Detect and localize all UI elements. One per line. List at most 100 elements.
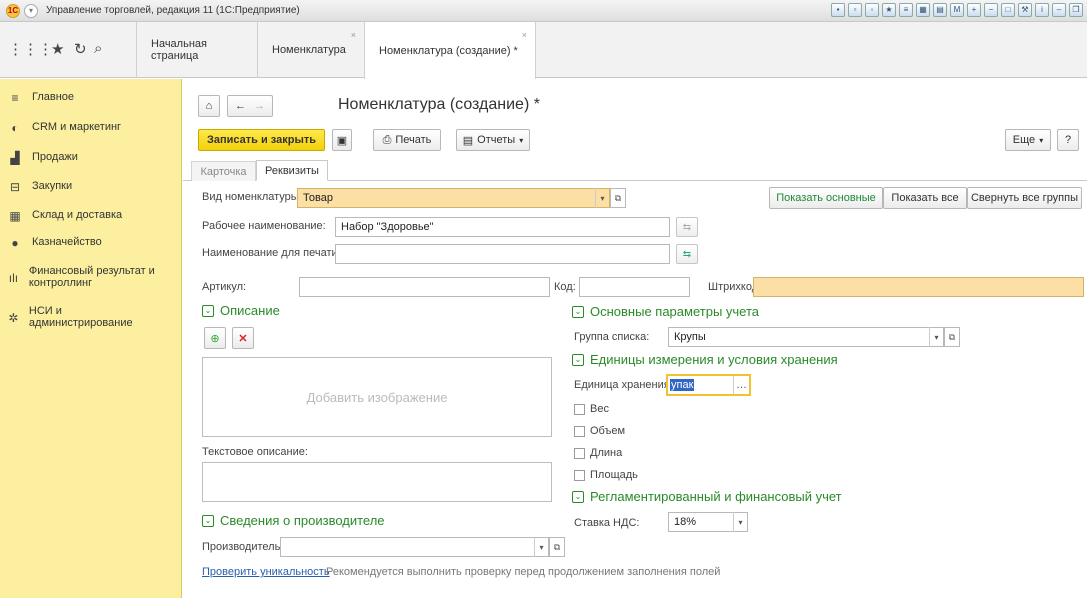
main-menu-button[interactable]: ▾ xyxy=(24,4,38,18)
search-icon[interactable]: ⌕ xyxy=(94,40,102,57)
minimize-icon[interactable]: – xyxy=(1052,3,1066,17)
sidebar-item-sales[interactable]: ▟ Продажи xyxy=(8,151,78,165)
chevron-down-icon: ⌄ xyxy=(572,305,584,318)
delete-image-button[interactable]: ✕ xyxy=(232,327,254,349)
chevron-down-icon[interactable]: ▾ xyxy=(733,512,747,532)
preview-icon[interactable]: ◦ xyxy=(865,3,879,17)
sidebar-item-finance[interactable]: ılı Финансовый результат и контроллинг xyxy=(8,265,178,289)
save-icon[interactable]: ▪ xyxy=(831,3,845,17)
print-name-input[interactable] xyxy=(335,244,670,264)
area-checkbox[interactable]: Площадь xyxy=(574,469,638,481)
print-icon[interactable]: ▫ xyxy=(848,3,862,17)
history-icon[interactable]: ≡ xyxy=(899,3,913,17)
sidebar-item-label: Казначейство xyxy=(32,236,102,248)
unit-value: упак xyxy=(670,379,695,391)
forward-arrow-icon[interactable]: → xyxy=(254,100,265,112)
description-section-header[interactable]: ⌄ Описание xyxy=(202,303,280,318)
add-circle-icon: ⊕ xyxy=(210,332,220,345)
show-all-button[interactable]: Показать все xyxy=(883,187,967,209)
panels-icon[interactable]: □ xyxy=(1001,3,1015,17)
weight-checkbox[interactable]: Вес xyxy=(574,403,609,415)
calendar-icon[interactable]: ▤ xyxy=(933,3,947,17)
checkbox-box xyxy=(574,425,585,437)
memory-mminus-icon[interactable]: − xyxy=(984,3,998,17)
reports-button[interactable]: ▤ Отчеты ▾ xyxy=(456,129,530,151)
print-button[interactable]: ⎙ Печать xyxy=(373,129,441,151)
work-name-input[interactable]: Набор "Здоровье" xyxy=(335,217,670,237)
info-icon[interactable]: i xyxy=(1035,3,1049,17)
reg-section-header[interactable]: ⌄ Регламентированный и финансовый учет xyxy=(572,489,842,504)
params-section-header[interactable]: ⌄ Основные параметры учета xyxy=(572,304,759,319)
group-value: Крупы xyxy=(674,331,706,343)
tools-icon[interactable]: ⚒ xyxy=(1018,3,1032,17)
sidebar-item-admin[interactable]: ✲ НСИ и администрирование xyxy=(8,305,138,329)
text-description-input[interactable] xyxy=(202,462,552,502)
image-placeholder[interactable]: Добавить изображение xyxy=(202,357,552,437)
help-button[interactable]: ? xyxy=(1057,129,1079,151)
memory-mplus-icon[interactable]: + xyxy=(967,3,981,17)
open-group-button[interactable]: ⧉ xyxy=(944,327,960,347)
favorites-icon[interactable]: ★ xyxy=(882,3,896,17)
length-checkbox[interactable]: Длина xyxy=(574,447,622,459)
home-button[interactable]: ⌂ xyxy=(198,95,220,117)
history-icon[interactable]: ↻ xyxy=(74,40,87,58)
sidebar-item-crm[interactable]: ◐ CRM и маркетинг xyxy=(8,121,121,135)
gear-icon: ✲ xyxy=(8,311,19,325)
select-ellipsis-icon[interactable]: … xyxy=(733,376,749,394)
close-icon[interactable]: × xyxy=(522,30,527,40)
calculator-icon[interactable]: ▦ xyxy=(916,3,930,17)
unit-label: Единица хранения: xyxy=(574,379,673,391)
maker-input[interactable]: ▾ xyxy=(280,537,549,557)
sidebar-item-main[interactable]: ≡ Главное xyxy=(8,91,74,105)
sidebar-item-treasury[interactable]: ● Казначейство xyxy=(8,236,102,250)
save-close-button[interactable]: Записать и закрыть xyxy=(198,129,325,151)
save-button[interactable]: ▣ xyxy=(332,129,352,151)
check-hint: Рекомендуется выполнить проверку перед п… xyxy=(326,566,721,578)
show-main-button[interactable]: Показать основные xyxy=(769,187,883,209)
maker-section-header[interactable]: ⌄ Сведения о производителе xyxy=(202,513,385,528)
unit-field[interactable]: упак … xyxy=(666,374,751,396)
group-field[interactable]: Крупы ▾ xyxy=(668,327,944,347)
close-icon[interactable]: × xyxy=(351,30,356,40)
treasury-icon: ● xyxy=(11,236,19,250)
article-input[interactable] xyxy=(299,277,550,297)
collapse-all-button[interactable]: Свернуть все группы xyxy=(967,187,1082,209)
chevron-down-icon[interactable]: ▾ xyxy=(929,327,943,347)
sidebar-item-purchases[interactable]: ⊟ Закупки xyxy=(8,180,72,194)
tab-nomenclature[interactable]: Номенклатура × xyxy=(257,22,364,78)
section-title: Основные параметры учета xyxy=(590,304,760,319)
tab-home[interactable]: Начальная страница xyxy=(136,22,257,78)
barcode-input[interactable] xyxy=(753,277,1084,297)
kind-field[interactable]: Товар ▾ xyxy=(297,188,610,208)
back-arrow-icon[interactable]: ← xyxy=(235,100,246,112)
more-button[interactable]: Еще ▾ xyxy=(1005,129,1051,151)
fill-print-name-icon[interactable]: ⇆ xyxy=(676,244,698,264)
open-maker-button[interactable]: ⧉ xyxy=(549,537,565,557)
chevron-down-icon: ▾ xyxy=(1039,135,1044,145)
memory-m-icon[interactable]: M xyxy=(950,3,964,17)
units-section-header[interactable]: ⌄ Единицы измерения и условия хранения xyxy=(572,352,838,367)
restore-icon[interactable]: ❐ xyxy=(1069,3,1083,17)
open-icon: ⧉ xyxy=(553,541,561,552)
all-sections-icon[interactable]: ⋮⋮⋮ xyxy=(8,40,53,58)
checkbox-label: Объем xyxy=(590,425,626,437)
favorites-star-icon[interactable]: ★ xyxy=(51,40,64,58)
vat-value: 18% xyxy=(674,516,697,528)
tab-requisites[interactable]: Реквизиты xyxy=(256,160,328,181)
open-kind-button[interactable]: ⧉ xyxy=(610,188,626,208)
window-titlebar: 1С ▾ Управление торговлей, редакция 11 (… xyxy=(0,0,1087,22)
back-forward-buttons[interactable]: ← → xyxy=(227,95,273,117)
tab-card[interactable]: Карточка xyxy=(191,161,256,181)
check-unique-link[interactable]: Проверить уникальность xyxy=(202,566,330,578)
work-name-label: Рабочее наименование: xyxy=(202,220,326,232)
chevron-down-icon[interactable]: ▾ xyxy=(595,188,609,208)
tab-nomenclature-create[interactable]: Номенклатура (создание) * × xyxy=(364,22,536,79)
chevron-down-icon[interactable]: ▾ xyxy=(534,537,548,557)
sidebar-item-warehouse[interactable]: ▦ Склад и доставка xyxy=(8,209,122,223)
volume-checkbox[interactable]: Объем xyxy=(574,425,625,437)
vat-field[interactable]: 18% ▾ xyxy=(668,512,748,532)
translate-icon[interactable]: ⇆ xyxy=(676,217,698,237)
code-input[interactable] xyxy=(579,277,690,297)
warehouse-icon: ▦ xyxy=(9,209,21,223)
add-image-button[interactable]: ⊕ xyxy=(204,327,226,349)
